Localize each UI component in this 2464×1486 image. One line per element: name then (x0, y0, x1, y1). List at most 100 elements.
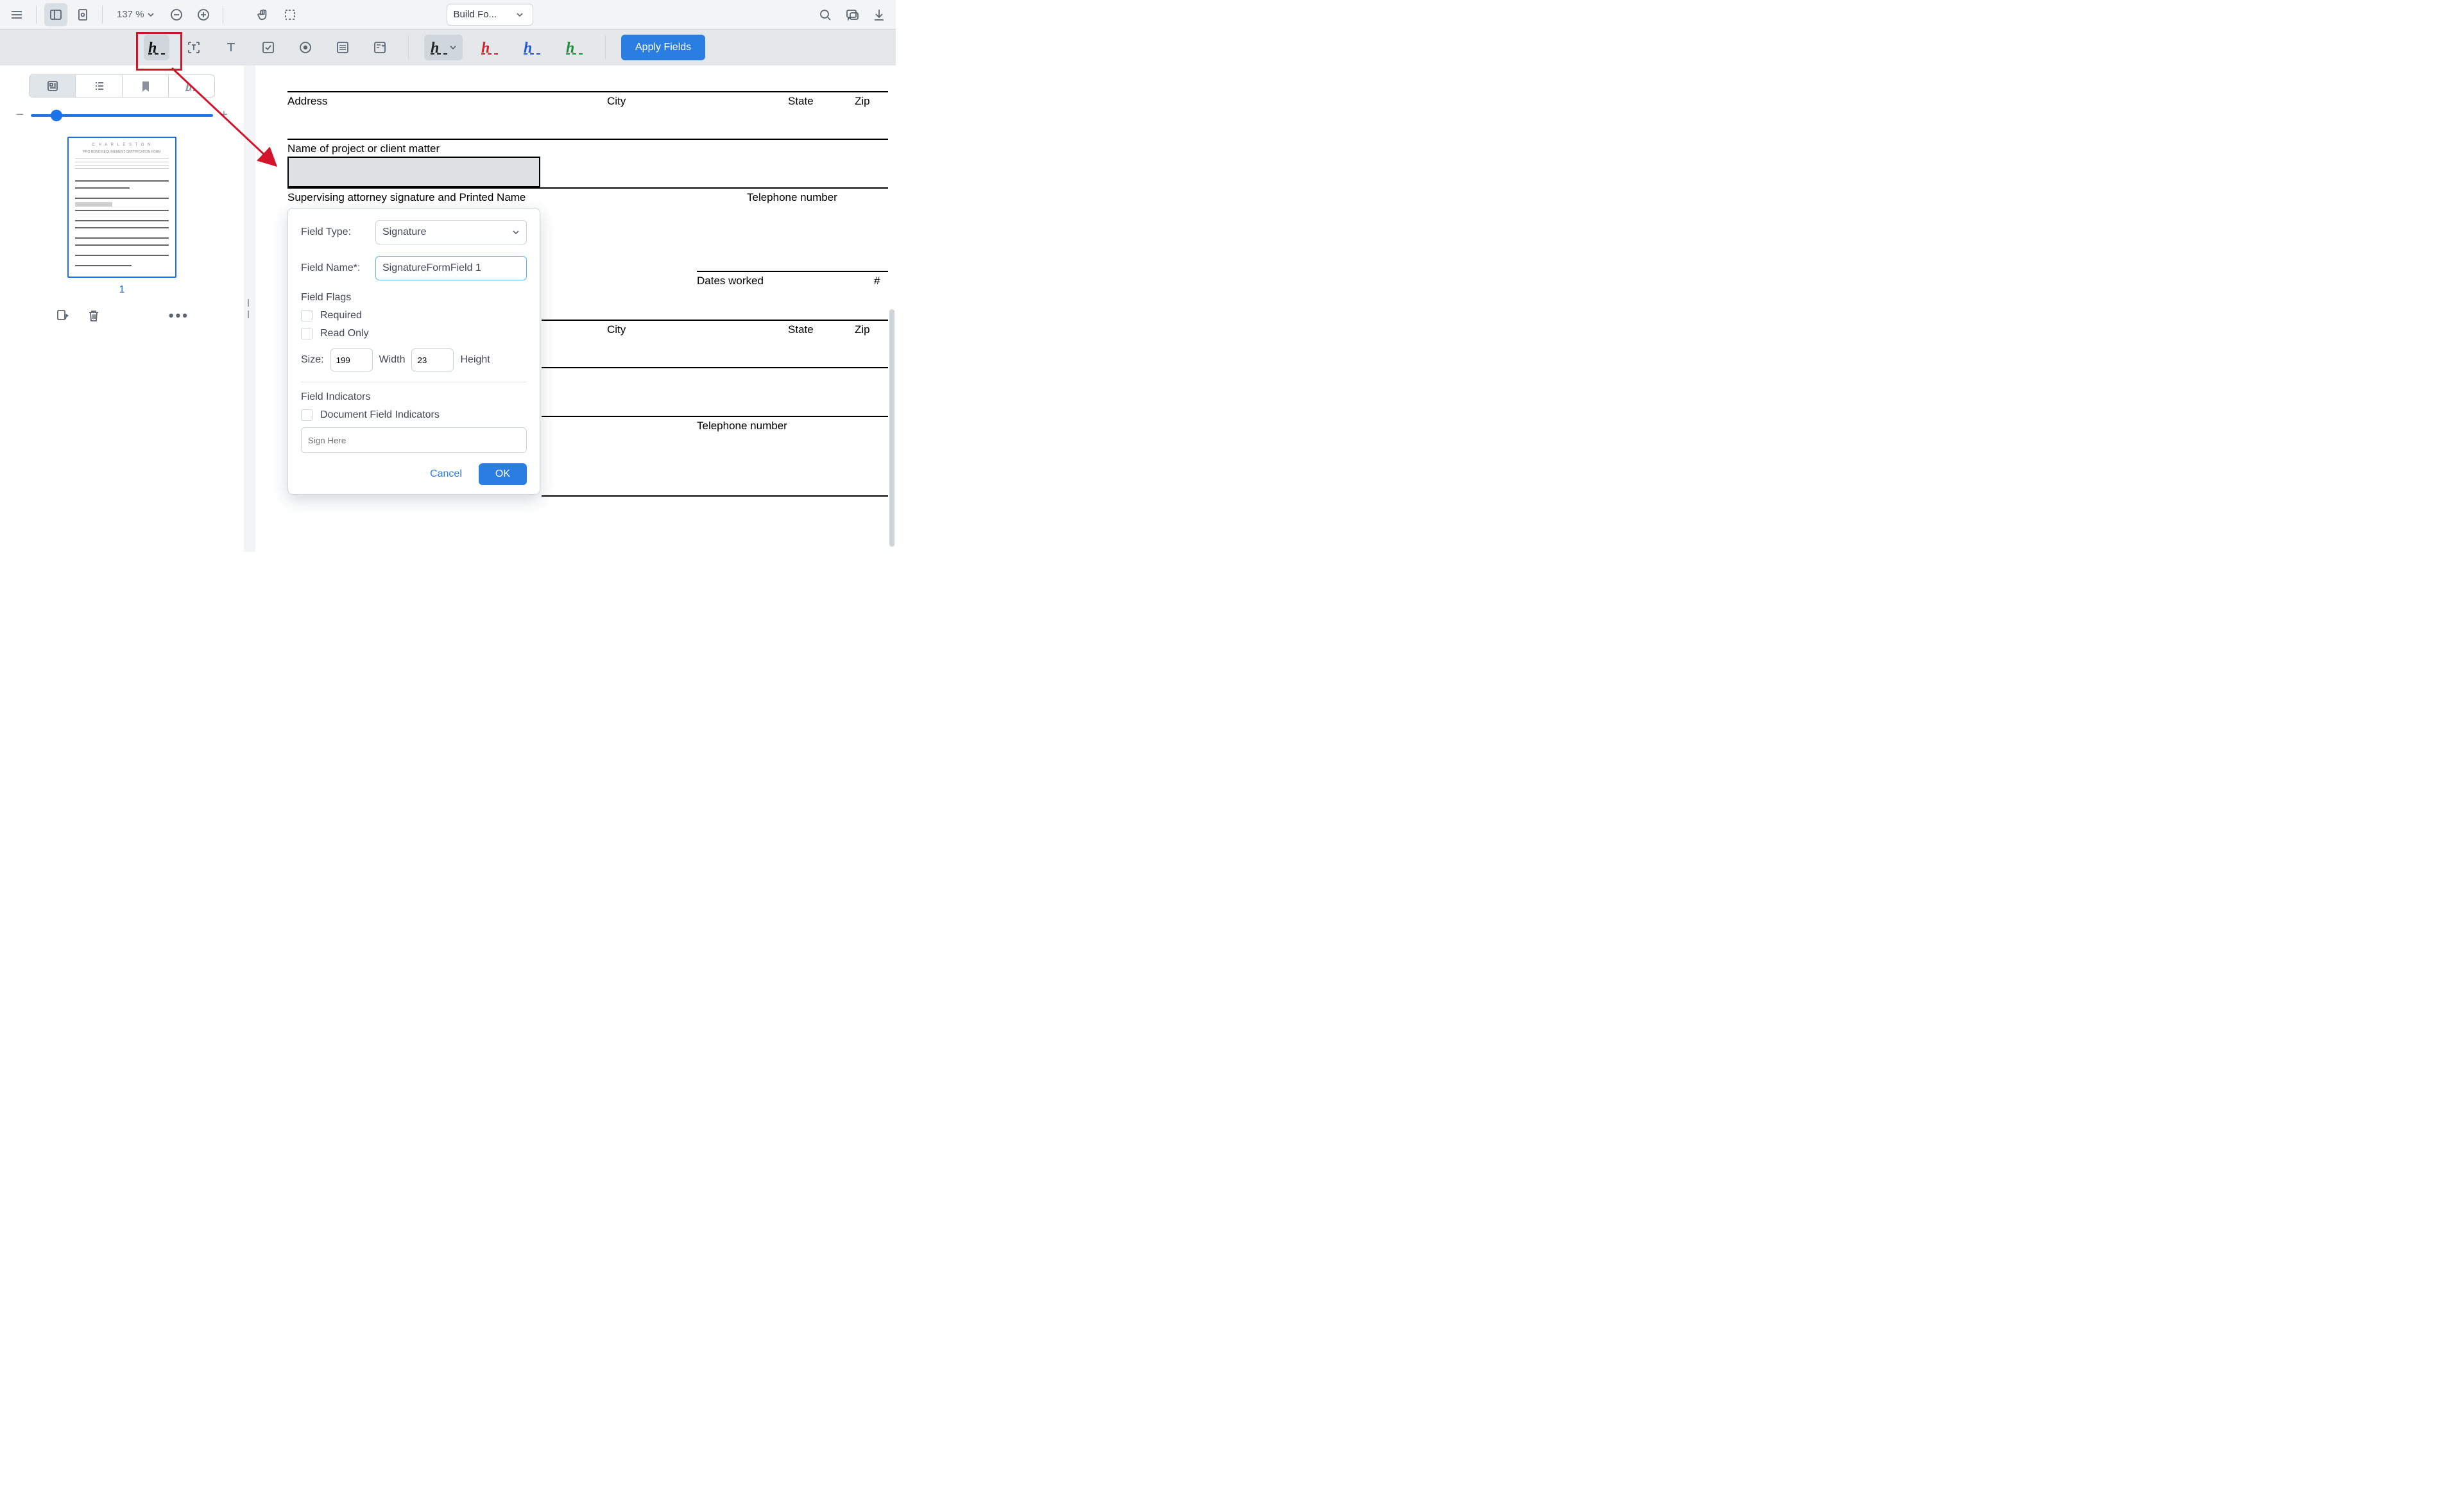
radio-icon (298, 40, 313, 55)
search-icon (818, 8, 832, 22)
list-icon (335, 40, 350, 55)
label-field-flags: Field Flags (301, 292, 527, 303)
checkbox-required[interactable] (301, 310, 312, 321)
download-button[interactable] (868, 3, 891, 26)
textfield-frame-tool[interactable] (181, 35, 207, 60)
more-thumbnail-actions[interactable]: ••• (169, 307, 189, 324)
thumbnail-size-slider[interactable]: − + (14, 108, 230, 123)
field-type-value: Signature (382, 226, 427, 238)
page-thumbnail[interactable]: C H A R L E S T O N PRO BONO REQUIREMENT… (67, 137, 176, 278)
pan-tool-button[interactable] (252, 3, 275, 26)
rotate-page-button[interactable] (55, 309, 69, 323)
vertical-scrollbar[interactable] (888, 65, 896, 549)
label-zip: Zip (855, 323, 870, 336)
label-state: State (788, 95, 814, 108)
field-name-input[interactable] (375, 256, 527, 280)
label-printed-name: Printed Name (456, 191, 526, 203)
divider (605, 35, 606, 60)
label-supervising: Supervising attorney signature and Print… (287, 191, 526, 204)
label-field-type: Field Type: (301, 226, 366, 238)
delete-page-button[interactable] (87, 309, 101, 323)
zoom-in-button[interactable] (192, 3, 215, 26)
divider (36, 6, 37, 24)
checkbox-doc-indicators[interactable] (301, 409, 312, 421)
text-icon (223, 40, 239, 55)
label-hash: # (874, 275, 880, 287)
slider-track[interactable] (31, 114, 213, 117)
toggle-panel-button[interactable] (44, 3, 67, 26)
label-city: City (607, 323, 626, 336)
label-supervising-prefix: Supervising attorney signature (287, 191, 438, 203)
signature-form-field[interactable] (287, 157, 540, 187)
label-zip: Zip (855, 95, 870, 108)
label-width: Width (379, 354, 406, 366)
search-button[interactable] (814, 3, 837, 26)
mode-select-value: Build Fo... (454, 9, 497, 20)
signer-self-chip[interactable]: h (424, 35, 463, 60)
field-type-select[interactable]: Signature (375, 220, 527, 244)
signature-icon: h (566, 40, 583, 55)
combobox-field-tool[interactable] (367, 35, 393, 60)
checkbox-field-tool[interactable] (255, 35, 281, 60)
label-telephone: Telephone number (747, 191, 837, 204)
comments-button[interactable] (841, 3, 864, 26)
label-size: Size: (301, 354, 324, 366)
label-field-indicators: Field Indicators (301, 391, 527, 403)
thumbnails-icon (46, 80, 59, 92)
page-icon (76, 8, 90, 22)
scrollbar-thumb[interactable] (889, 309, 894, 547)
signature-field-tool[interactable]: h (144, 35, 169, 60)
zoom-out-button[interactable] (165, 3, 188, 26)
width-input[interactable] (330, 348, 373, 372)
signature-icon: h (481, 40, 498, 55)
cancel-button[interactable]: Cancel (422, 463, 470, 485)
signer-green-chip[interactable]: h (559, 35, 590, 60)
main-toolbar: 137 % Build Fo... (0, 0, 896, 30)
tab-bookmarks[interactable] (123, 75, 169, 97)
workspace: h − + C H A R L E S T O N PRO BONO REQUI… (0, 65, 896, 552)
mode-select[interactable]: Build Fo... (447, 4, 533, 26)
text-frame-icon (186, 40, 201, 55)
minus-circle-icon (169, 8, 184, 22)
outline-icon (92, 80, 105, 92)
ok-button[interactable]: OK (479, 463, 527, 485)
label-project: Name of project or client matter (287, 142, 440, 155)
chevron-down-icon (450, 44, 456, 51)
label-city: City (607, 95, 626, 108)
checkbox-icon (261, 40, 276, 55)
listbox-field-tool[interactable] (330, 35, 355, 60)
field-properties-popup: Field Type: Signature Field Name*: Field… (287, 208, 540, 495)
document-viewport[interactable]: Address City State Zip Name of project o… (255, 65, 896, 552)
apply-fields-button[interactable]: Apply Fields (621, 35, 705, 60)
bookmark-icon (139, 80, 151, 92)
hand-icon (256, 8, 270, 22)
indicator-text-input[interactable] (301, 427, 527, 453)
tab-outline[interactable] (76, 75, 122, 97)
thumbnail-panel: h − + C H A R L E S T O N PRO BONO REQUI… (0, 65, 244, 552)
checkbox-readonly[interactable] (301, 328, 312, 339)
height-input[interactable] (411, 348, 454, 372)
label-and: and (438, 191, 456, 203)
chat-icon (845, 8, 859, 22)
forms-toolbar: h h h h h Apply Fields (0, 30, 896, 65)
tab-thumbnails[interactable] (30, 75, 76, 97)
tab-signatures[interactable]: h (169, 75, 214, 97)
radio-field-tool[interactable] (293, 35, 318, 60)
thumbnail-page-number: 1 (119, 284, 125, 296)
plus-circle-icon (196, 8, 210, 22)
signer-blue-chip[interactable]: h (517, 35, 547, 60)
page-mode-button[interactable] (71, 3, 94, 26)
chevron-down-icon (516, 11, 524, 19)
splitter-handle[interactable] (244, 65, 255, 552)
signer-red-chip[interactable]: h (474, 35, 505, 60)
marquee-tool-button[interactable] (278, 3, 302, 26)
zoom-select[interactable]: 137 % (110, 6, 161, 22)
panel-tabs: h (29, 74, 215, 98)
menu-button[interactable] (5, 3, 28, 26)
signature-icon: h (148, 40, 165, 55)
signature-icon: h (431, 40, 447, 55)
text-tool[interactable] (218, 35, 244, 60)
label-field-name: Field Name*: (301, 262, 366, 274)
plus-icon: + (218, 108, 230, 123)
hamburger-icon (10, 8, 24, 22)
